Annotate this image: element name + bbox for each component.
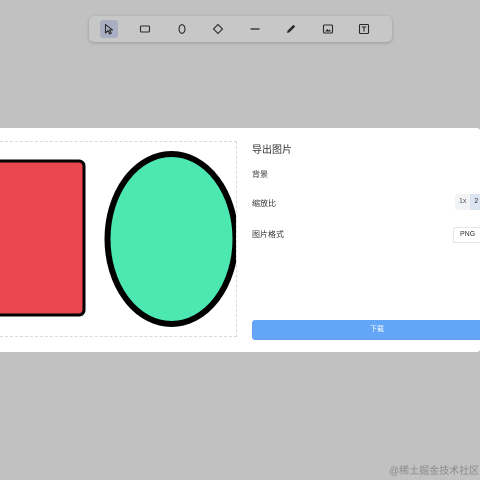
scale-label: 缩放比 <box>252 199 276 208</box>
image-icon <box>322 24 334 34</box>
export-preview <box>0 141 237 337</box>
background-label: 背景 <box>252 170 268 179</box>
text-tool-button[interactable] <box>356 20 374 38</box>
pencil-tool-button[interactable] <box>283 20 301 38</box>
preview-rectangle <box>0 159 86 317</box>
line-tool-button[interactable] <box>246 20 264 38</box>
scale-selector: 1x 2 <box>455 194 480 210</box>
scale-option-1x[interactable]: 1x <box>455 194 470 210</box>
diamond-tool-button[interactable] <box>210 20 228 38</box>
format-select[interactable]: PNG <box>453 227 480 243</box>
diamond-icon <box>213 23 224 35</box>
drawing-toolbar <box>89 16 392 42</box>
line-icon <box>250 28 260 30</box>
download-button[interactable]: 下载 <box>252 320 480 340</box>
dialog-title: 导出图片 <box>252 145 292 156</box>
export-image-dialog <box>0 128 480 352</box>
select-tool-button[interactable] <box>100 20 118 38</box>
ellipse-icon <box>178 24 186 34</box>
ellipse-tool-button[interactable] <box>173 20 191 38</box>
watermark-text: @稀土掘金技术社区 <box>389 466 480 477</box>
canvas-area[interactable]: 导出图片 背景 缩放比 1x 2 图片格式 PNG 下载 @稀土掘金技术社区 <box>0 0 480 480</box>
format-label: 图片格式 <box>252 230 284 239</box>
rectangle-icon <box>140 25 151 33</box>
pointer-icon <box>104 23 114 35</box>
rectangle-tool-button[interactable] <box>137 20 155 38</box>
text-icon <box>359 23 370 35</box>
pencil-icon <box>287 24 296 33</box>
image-tool-button[interactable] <box>319 20 337 38</box>
scale-option-2x[interactable]: 2 <box>470 194 480 210</box>
preview-ellipse <box>104 151 236 327</box>
